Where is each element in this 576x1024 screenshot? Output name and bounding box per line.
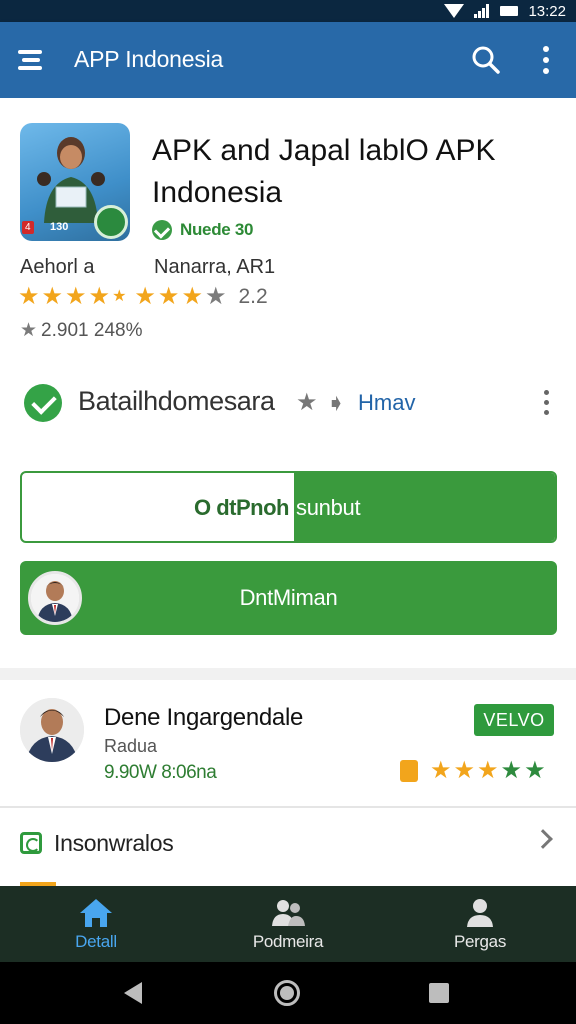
download-button[interactable]: DntMiman <box>20 561 557 635</box>
tag-icon <box>400 760 418 782</box>
more-options-icon[interactable] <box>537 388 557 418</box>
person-icon <box>467 899 493 927</box>
star-icon: ★ <box>41 283 64 310</box>
back-icon[interactable] <box>124 982 142 1004</box>
star-icon: ★ <box>112 288 127 305</box>
recent-apps-icon[interactable] <box>429 983 449 1003</box>
app-author[interactable]: Aehorl a <box>20 256 95 279</box>
stats-text: 2.901 248% <box>41 320 143 341</box>
star-icon: ★ <box>500 757 523 784</box>
nav-item-podmeira[interactable]: Podmeira <box>192 886 384 962</box>
icon-badge-left: 4 <box>22 221 34 234</box>
app-title: APK and Japal lablO APK Indonesia <box>152 134 496 209</box>
star-icon: ★ <box>88 283 111 310</box>
status-icons: 13:22 <box>444 0 566 22</box>
star-icon: ★ <box>18 283 40 310</box>
home-icon <box>80 899 112 927</box>
star-icon: ★ <box>477 757 499 784</box>
list-item-insonwralos[interactable]: Insonwralos <box>0 808 576 880</box>
star-icon: ★ <box>524 757 546 784</box>
home-circle-icon[interactable] <box>274 980 300 1006</box>
rating-row: ★ ★ ★ ★ ★ ★ ★ ★ ★ 2.2 <box>18 284 268 310</box>
developer-badge-button[interactable]: VELVO <box>474 704 554 736</box>
verified-label: Nuede 30 <box>180 220 254 239</box>
battery-icon <box>500 6 519 16</box>
progress-left-label: O dtPnoh <box>194 495 289 520</box>
app-screen: 13:22 APP Indonesia 4 130 APK and Japal … <box>0 0 576 1024</box>
app-bar-title: APP Indonesia <box>74 46 224 72</box>
installer-name: Batailhdomesara <box>78 386 275 416</box>
avatar <box>20 698 84 762</box>
person-photo-icon <box>37 137 105 223</box>
nav-label: Detall <box>75 932 117 951</box>
signal-icon <box>474 4 490 18</box>
status-bar: 13:22 <box>0 0 576 22</box>
share-arrow-icon[interactable]: ➧ <box>326 389 346 418</box>
refresh-badge-icon <box>94 205 128 239</box>
star-icon: ★ <box>134 283 156 310</box>
star-icon: ★ <box>157 283 180 310</box>
hamburger-menu-icon[interactable] <box>18 50 46 70</box>
developer-meta: 9.90W 8:06na <box>104 762 217 783</box>
app-publisher[interactable]: Nanarra, AR1 <box>154 256 275 279</box>
bottom-navigation: Detall Podmeira Pergas <box>0 886 576 962</box>
app-icon[interactable]: 4 130 <box>20 123 130 241</box>
verified-check-icon <box>152 220 172 240</box>
search-icon[interactable] <box>470 44 502 76</box>
system-navigation-bar <box>0 962 576 1024</box>
app-bar: APP Indonesia <box>0 22 576 98</box>
chevron-right-icon <box>533 829 553 849</box>
installer-link[interactable]: Hmav <box>358 390 415 416</box>
star-icon: ★ <box>453 757 476 784</box>
developer-role: Radua <box>104 736 158 756</box>
person-avatar-icon <box>20 698 84 762</box>
nav-label: Podmeira <box>252 932 324 951</box>
verified-badge: Nuede 30 <box>152 220 253 240</box>
star-icon: ★ <box>430 757 452 784</box>
wifi-icon <box>444 4 465 18</box>
star-icon[interactable]: ★ <box>296 388 318 417</box>
progress-right-label: sunbut <box>296 495 361 520</box>
star-icon: ★ <box>181 283 203 310</box>
developer-card[interactable]: Dene Ingargendale Radua 9.90W 8:06na VEL… <box>0 680 576 806</box>
rating-value: 2.2 <box>238 285 268 308</box>
nav-item-pergas[interactable]: Pergas <box>384 886 576 962</box>
star-empty-icon: ★ <box>204 283 227 310</box>
check-circle-icon <box>24 384 62 422</box>
more-vertical-icon[interactable] <box>536 44 556 76</box>
icon-badge-text: 130 <box>50 221 69 233</box>
people-icon <box>272 900 305 926</box>
app-stats: ★ 2.901 248% <box>20 318 142 344</box>
download-label: DntMiman <box>239 585 338 610</box>
refresh-square-icon <box>20 832 42 854</box>
status-time: 13:22 <box>528 2 566 20</box>
developer-name: Dene Ingargendale <box>104 704 304 731</box>
nav-item-detall[interactable]: Detall <box>0 886 192 962</box>
nav-label: Pergas <box>453 932 507 951</box>
star-icon: ★ <box>65 283 87 310</box>
developer-rating: ★ ★ ★ ★ ★ <box>400 758 546 784</box>
list-item-label: Insonwralos <box>54 830 174 856</box>
star-icon: ★ <box>20 320 38 341</box>
app-detail-card: 4 130 APK and Japal lablO APK Indonesia … <box>0 98 576 668</box>
install-progress-button[interactable]: O dtPnoh sunbut <box>20 471 557 543</box>
